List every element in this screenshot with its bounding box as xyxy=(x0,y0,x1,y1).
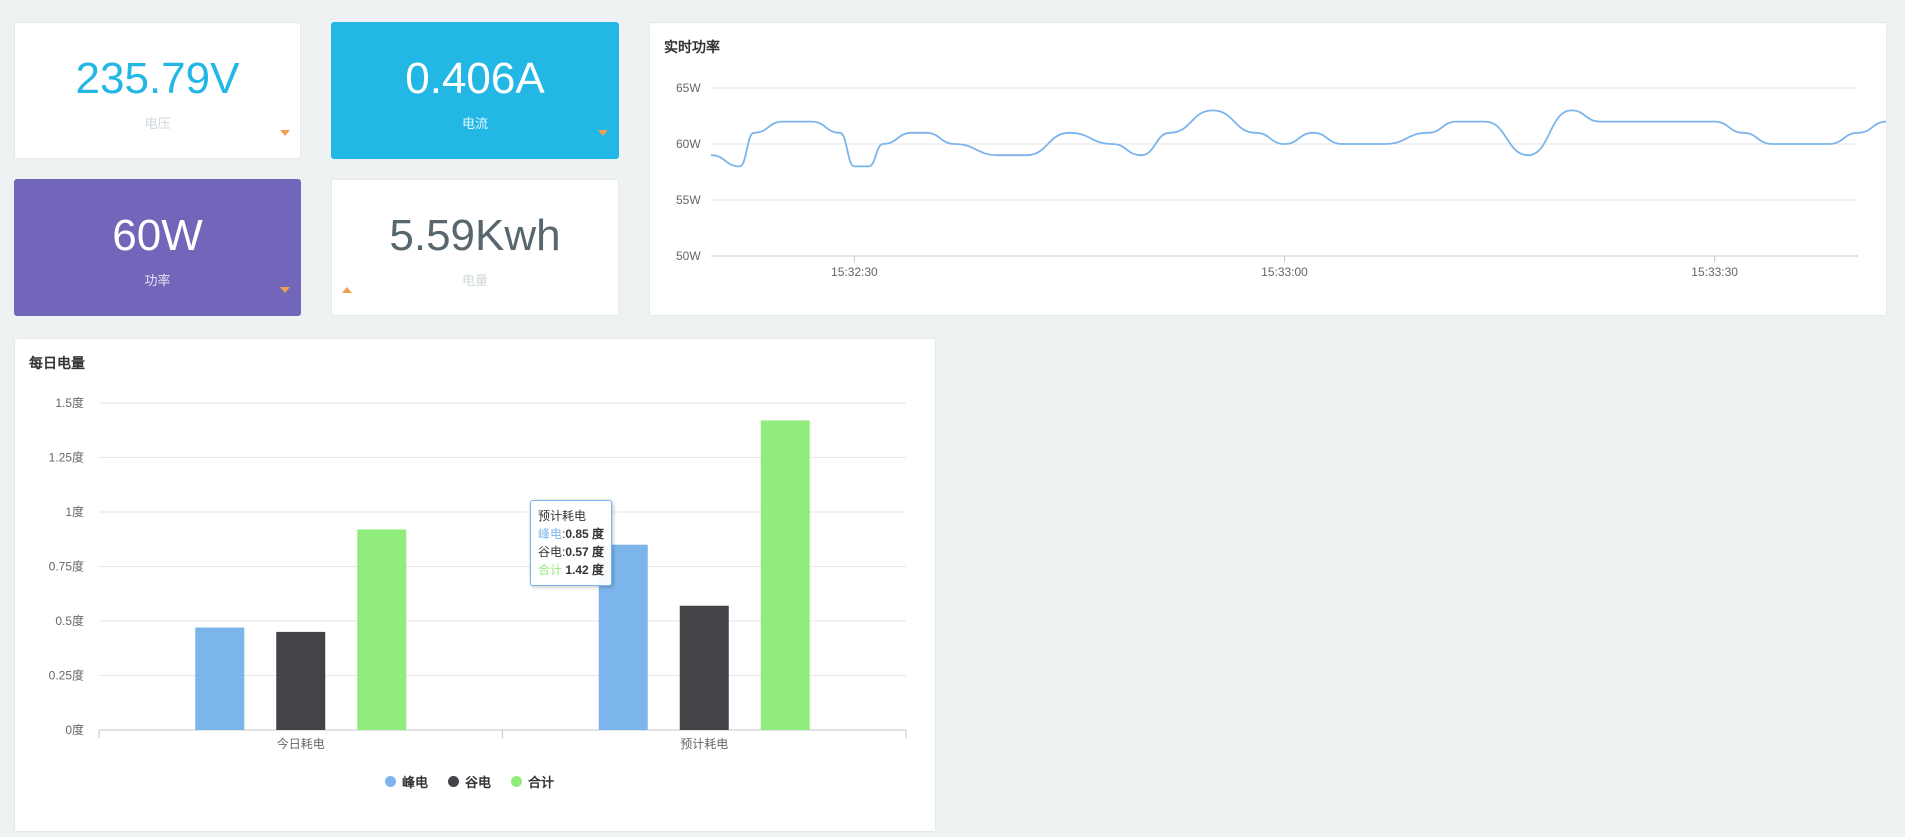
power-series-line xyxy=(710,109,1886,168)
y-tick-label: 60W xyxy=(676,137,701,151)
bar-forecast-2[interactable] xyxy=(760,420,810,730)
trend-up-icon xyxy=(342,287,352,293)
energy-card: 5.59Kwh 电量 xyxy=(331,179,619,316)
x-tick-label: 15:33:00 xyxy=(1261,265,1308,279)
y-tick-label: 50W xyxy=(676,249,701,263)
y-tick-label: 55W xyxy=(676,193,701,207)
realtime-power-panel: 实时功率 50W 55W 60W 65W 15:32:30 15:33:00 15:33:3… xyxy=(649,22,1887,316)
energy-label: 电量 xyxy=(461,273,488,288)
tooltip-name: 谷电 xyxy=(538,545,563,559)
tooltip-row-peak: 峰电:0.85 度 xyxy=(538,527,605,541)
x-tick-label: 15:32:30 xyxy=(831,265,878,279)
bar-today-0[interactable] xyxy=(195,627,245,730)
y-tick-label: 1度 xyxy=(65,504,84,519)
bar-today-2[interactable] xyxy=(357,529,407,730)
legend-dot-icon xyxy=(448,776,460,787)
y-tick-label: 0.25度 xyxy=(49,668,84,683)
legend-dot-icon xyxy=(385,776,396,787)
y-tick-label: 65W xyxy=(676,81,701,95)
legend-item-peak[interactable]: 峰电 xyxy=(385,772,428,791)
bar-today-1[interactable] xyxy=(276,631,326,730)
tooltip-value: 1.42 度 xyxy=(565,563,605,577)
x-tick-label: 15:33:30 xyxy=(1691,265,1738,279)
energy-value: 5.59Kwh xyxy=(389,211,561,260)
legend-item-valley[interactable]: 谷电 xyxy=(448,772,491,791)
y-tick-label: 1.25度 xyxy=(49,450,84,465)
power-card: 60W 功率 xyxy=(14,179,301,316)
y-tick-label: 0度 xyxy=(65,722,84,737)
legend-item-total[interactable]: 合计 xyxy=(511,772,554,791)
x-tick-label: 预计耗电 xyxy=(680,737,728,751)
tooltip-value: 0.57 度 xyxy=(565,545,605,559)
chart-legend: 峰电 谷电 合计 xyxy=(385,772,554,791)
voltage-card: 235.79V 电压 xyxy=(14,22,301,159)
trend-down-icon xyxy=(280,287,290,293)
power-value: 60W xyxy=(112,211,203,260)
trend-down-icon xyxy=(598,130,608,136)
power-label: 功率 xyxy=(144,273,171,288)
y-tick-label: 1.5度 xyxy=(55,395,84,410)
trend-down-icon xyxy=(280,130,290,136)
chart-tooltip: 预计耗电 峰电:0.85 度 谷电:0.57 度 合计 1.42 度 xyxy=(530,500,613,586)
current-card: 0.406A 电流 xyxy=(331,22,619,159)
current-label: 电流 xyxy=(461,116,488,131)
legend-dot-icon xyxy=(511,776,523,787)
tooltip-row-valley: 谷电:0.57 度 xyxy=(538,545,605,559)
current-value: 0.406A xyxy=(405,54,545,103)
tooltip-title: 预计耗电 xyxy=(538,509,587,523)
tooltip-row-total: 合计 1.42 度 xyxy=(538,561,604,579)
tooltip-name: 峰电 xyxy=(538,527,563,541)
x-tick-label: 今日耗电 xyxy=(277,736,325,751)
realtime-power-chart[interactable]: 50W55W60W65W15:32:3015:33:0015:33:3015:3… xyxy=(650,23,1886,315)
voltage-label: 电压 xyxy=(144,116,171,131)
legend-label: 合计 xyxy=(528,775,555,790)
y-tick-label: 0.75度 xyxy=(49,559,84,574)
daily-energy-chart[interactable]: 0度 0.25度 0.5度 0.75度 1度 1.25度 1.5度今日耗电 预计耗电 xyxy=(14,338,936,832)
legend-label: 峰电 xyxy=(402,775,429,790)
bar-forecast-1[interactable] xyxy=(679,605,729,730)
tooltip-name: 合计 xyxy=(538,563,563,577)
voltage-value: 235.79V xyxy=(75,54,240,103)
legend-label: 谷电 xyxy=(465,775,492,790)
tooltip-value: 0.85 度 xyxy=(565,527,605,541)
y-tick-label: 0.5度 xyxy=(55,613,84,628)
